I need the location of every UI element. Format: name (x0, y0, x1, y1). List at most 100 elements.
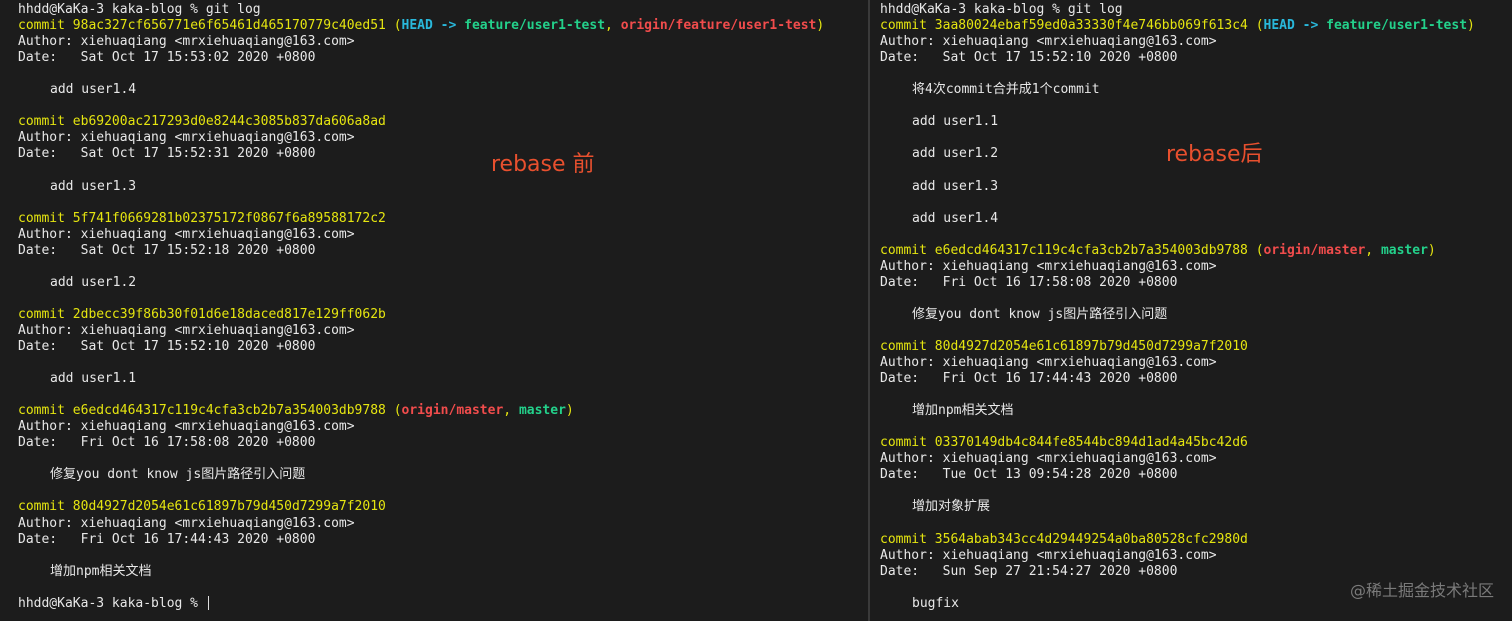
commit-hash[interactable]: 80d4927d2054e61c61897b79d450d7299a7f2010 (73, 499, 386, 514)
commit-keyword: commit (18, 403, 73, 419)
rebase-after-label: rebase后 (1166, 142, 1263, 167)
ref-close-paren: ) (816, 18, 825, 34)
commit-hash[interactable]: 3564abab343cc4d29449254a0ba80528cfc2980d (935, 532, 1248, 547)
commit-author: Author: xiehuaqiang <mrxiehuaqiang@163.c… (880, 355, 1217, 371)
commit-hash-line: commit 98ac327cf656771e6f65461d465170779… (18, 18, 868, 34)
commit-date: Date: Sat Oct 17 15:53:02 2020 +0800 (18, 50, 316, 66)
ref-close-paren: ) (1467, 18, 1475, 34)
commit-hash[interactable]: e6edcd464317c119c4cfa3cb2b7a354003db9788 (73, 403, 386, 418)
head-pointer: HEAD -> (401, 18, 465, 34)
head-pointer: HEAD -> (1263, 18, 1327, 34)
commit-message: add user1.4 (50, 82, 137, 98)
commit-keyword: commit (880, 338, 935, 354)
terminal-pane-after[interactable]: hhdd@KaKa-3 kaka-blog % git log commit 3… (870, 0, 1512, 621)
terminal-pane-before[interactable]: hhdd@KaKa-3 kaka-blog % git log commit 9… (0, 0, 868, 621)
commit-message: 修复you dont know js图片路径引入问题 (912, 306, 1168, 322)
commit-author: Author: xiehuaqiang <mrxiehuaqiang@163.c… (880, 258, 1217, 274)
ref-separator: , (503, 403, 519, 419)
final-prompt: hhdd@KaKa-3 kaka-blog % (18, 595, 206, 611)
commit-hash[interactable]: 03370149db4c844fe8544bc894d1ad4a45bc42d6 (935, 435, 1248, 450)
commit-message: 修复you dont know js图片路径引入问题 (50, 467, 306, 483)
commit-author: Author: xiehuaqiang <mrxiehuaqiang@163.c… (18, 419, 355, 435)
commit-keyword: commit (18, 18, 73, 34)
commit-hash[interactable]: e6edcd464317c119c4cfa3cb2b7a354003db9788 (935, 243, 1248, 258)
commit-date: Date: Fri Oct 16 17:44:43 2020 +0800 (18, 531, 316, 547)
remote-branch-ref: origin/master (401, 403, 504, 419)
commit-hash-line: commit 03370149db4c844fe8544bc894d1ad4a4… (880, 435, 1512, 451)
commit-list: commit 3aa80024ebaf59ed0a33330f4e746bb06… (880, 18, 1512, 612)
commit-author: Author: xiehuaqiang <mrxiehuaqiang@163.c… (880, 451, 1217, 467)
remote-branch-ref: origin/feature/user1-test (620, 18, 817, 34)
commit-keyword: commit (880, 242, 935, 258)
commit-keyword: commit (18, 210, 73, 226)
ref-separator: , (1365, 242, 1381, 258)
commit-hash[interactable]: eb69200ac217293d0e8244c3085b837da606a8ad (73, 114, 386, 129)
commit-message: 将4次commit合并成1个commit (912, 82, 1100, 98)
branch-ref: feature/user1-test (464, 18, 606, 34)
branch-ref: feature/user1-test (1326, 18, 1468, 34)
commit-date: Date: Fri Oct 16 17:58:08 2020 +0800 (18, 435, 316, 451)
commit-hash[interactable]: 3aa80024ebaf59ed0a33330f4e746bb069f613c4 (935, 18, 1248, 33)
final-prompt-line[interactable]: hhdd@KaKa-3 kaka-blog % (18, 596, 868, 612)
prompt-line: hhdd@KaKa-3 kaka-blog % git log (18, 2, 261, 17)
commit-author: Author: xiehuaqiang <mrxiehuaqiang@163.c… (880, 34, 1217, 50)
local-branch-ref: master (518, 403, 566, 419)
commit-keyword: commit (880, 435, 935, 451)
commit-author: Author: xiehuaqiang <mrxiehuaqiang@163.c… (880, 547, 1217, 563)
commit-hash-line: commit 5f741f0669281b02375172f0867f6a895… (18, 211, 868, 227)
commit-date: Date: Sat Oct 17 15:52:10 2020 +0800 (880, 50, 1178, 66)
commit-hash-line: commit e6edcd464317c119c4cfa3cb2b7a35400… (880, 243, 1512, 259)
commit-hash[interactable]: 80d4927d2054e61c61897b79d450d7299a7f2010 (935, 339, 1248, 354)
commit-message: add user1.4 (912, 210, 999, 226)
commit-hash-line: commit eb69200ac217293d0e8244c3085b837da… (18, 114, 868, 130)
ref-open-paren: ( (1247, 242, 1264, 258)
commit-hash-line: commit 3564abab343cc4d29449254a0ba80528c… (880, 532, 1512, 548)
commit-keyword: commit (880, 18, 935, 34)
commit-hash-line: commit 80d4927d2054e61c61897b79d450d7299… (18, 499, 868, 515)
commit-date: Date: Fri Oct 16 17:44:43 2020 +0800 (880, 371, 1178, 387)
commit-message: 增加对象扩展 (912, 499, 991, 515)
text-cursor (207, 596, 209, 611)
commit-date: Date: Sat Oct 17 15:52:18 2020 +0800 (18, 242, 316, 258)
commit-message: add user1.1 (50, 371, 137, 387)
commit-author: Author: xiehuaqiang <mrxiehuaqiang@163.c… (18, 34, 355, 50)
commit-date: Date: Sat Oct 17 15:52:31 2020 +0800 (18, 146, 316, 162)
commit-hash[interactable]: 5f741f0669281b02375172f0867f6a89588172c2 (73, 211, 386, 226)
commit-keyword: commit (880, 531, 935, 547)
commit-hash[interactable]: 98ac327cf656771e6f65461d465170779c40ed51 (73, 18, 386, 33)
commit-date: Date: Fri Oct 16 17:58:08 2020 +0800 (880, 274, 1178, 290)
commit-keyword: commit (18, 114, 73, 130)
ref-close-paren: ) (1427, 242, 1436, 258)
ref-separator: , (605, 18, 621, 34)
commit-message: add user1.2 (50, 274, 137, 290)
commit-hash-line: commit 80d4927d2054e61c61897b79d450d7299… (880, 339, 1512, 355)
commit-author: Author: xiehuaqiang <mrxiehuaqiang@163.c… (18, 226, 355, 242)
commit-hash-line: commit 3aa80024ebaf59ed0a33330f4e746bb06… (880, 18, 1512, 34)
commit-hash[interactable]: 2dbecc39f86b30f01d6e18daced817e129ff062b (73, 307, 386, 322)
prompt-line: hhdd@KaKa-3 kaka-blog % git log (880, 2, 1123, 17)
remote-branch-ref: origin/master (1263, 242, 1366, 258)
ref-close-paren: ) (565, 403, 574, 419)
commit-message: 增加npm相关文档 (50, 563, 152, 579)
ref-open-paren: ( (385, 403, 402, 419)
commit-date: Date: Sat Oct 17 15:52:10 2020 +0800 (18, 338, 316, 354)
